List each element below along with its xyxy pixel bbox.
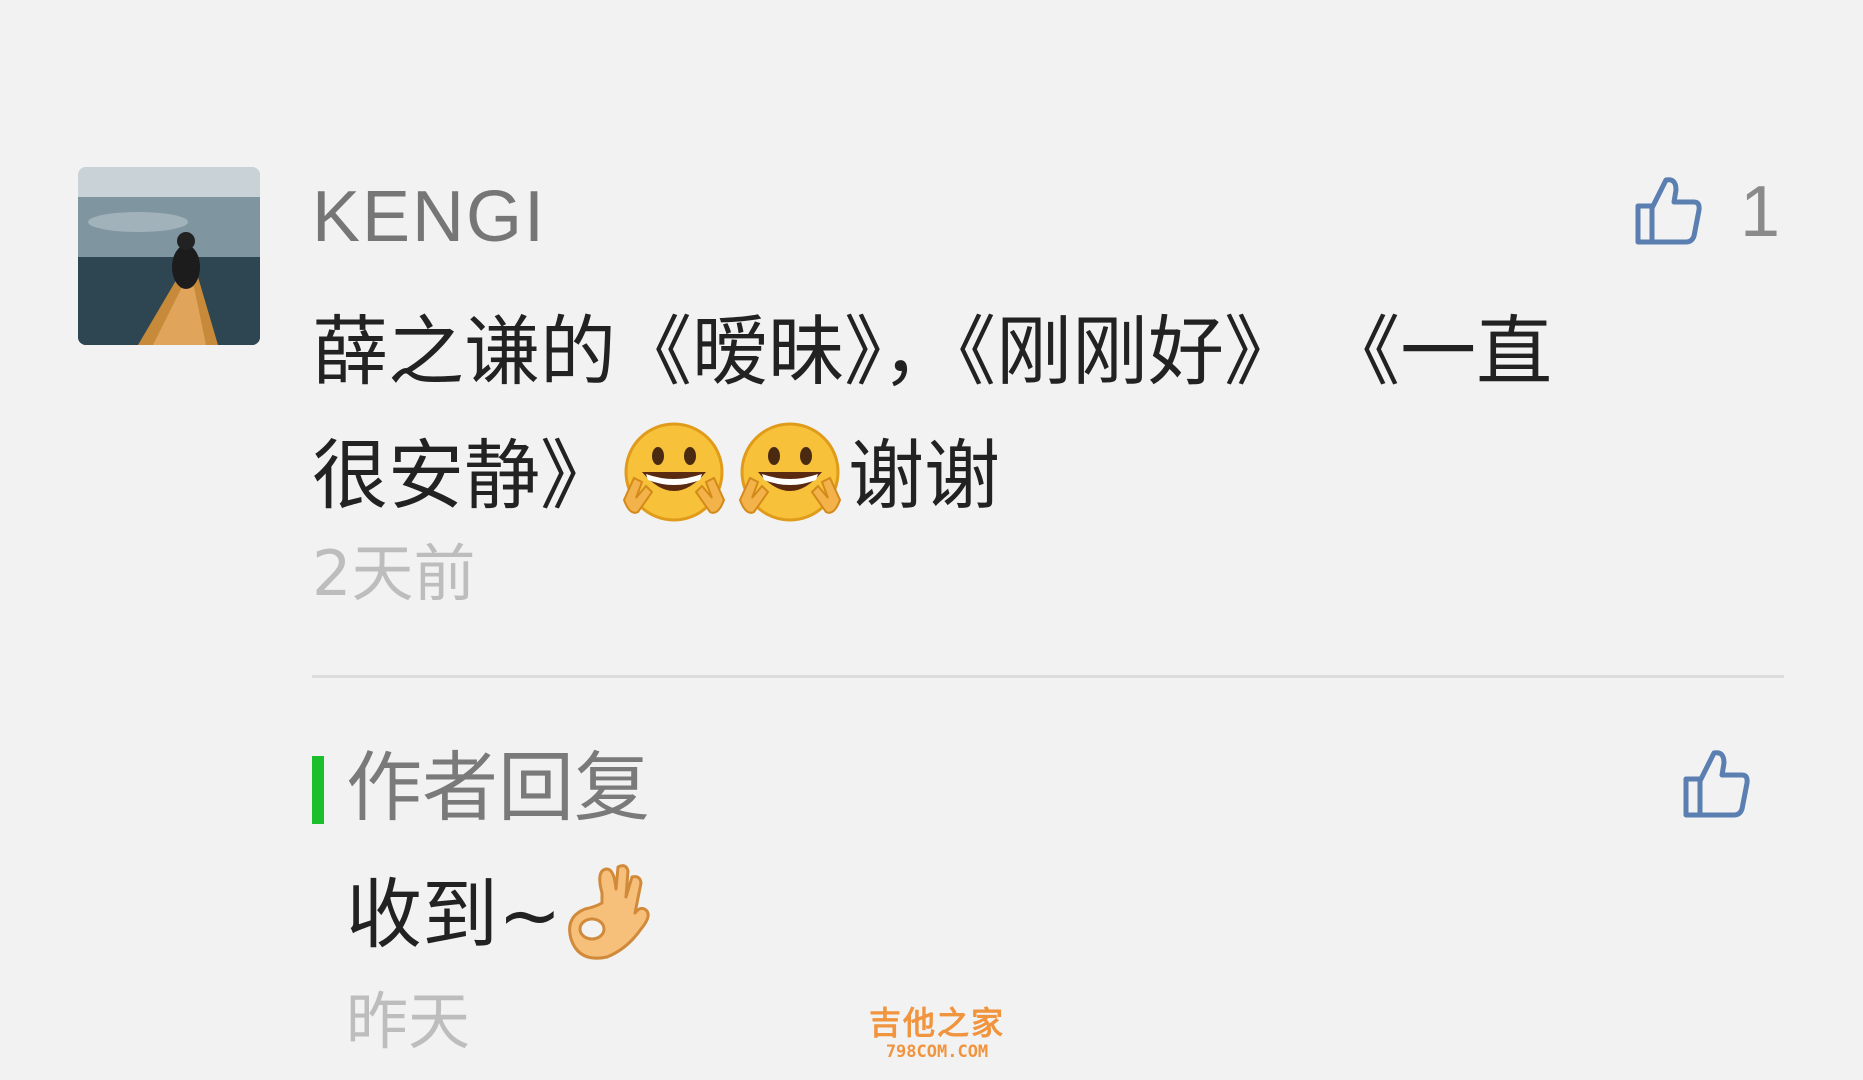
comment-item: KENGI 1 薛之谦的《暧昧》，《刚刚好》 《一直 很安静》 谢谢 2天前 作… xyxy=(0,0,1863,1080)
ok-hand-emoji xyxy=(562,863,662,967)
comment-text-line2: 很安静》 谢谢 xyxy=(312,414,1000,538)
comment-text-part: 谢谢 xyxy=(848,431,1000,520)
author-reply-title: 作者回复 xyxy=(346,743,650,832)
avatar[interactable] xyxy=(78,167,260,345)
comment-text-line1: 薛之谦的《暧昧》，《刚刚好》 《一直 xyxy=(312,307,1553,396)
author-reply-marker xyxy=(312,756,324,824)
watermark-url: 798COM.COM xyxy=(885,1042,989,1062)
thumbs-up-icon[interactable] xyxy=(1680,745,1752,821)
grinning-peace-face-emoji xyxy=(734,418,846,530)
thumbs-up-icon[interactable] xyxy=(1632,172,1704,248)
watermark-logo: 吉他之家 798COM.COM xyxy=(862,1004,1012,1062)
username[interactable]: KENGI xyxy=(312,172,546,262)
grinning-peace-face-emoji xyxy=(618,418,730,530)
divider xyxy=(312,675,1784,678)
like-count: 1 xyxy=(1740,172,1781,252)
author-reply-text: 收到~ xyxy=(346,860,662,970)
reply-text-part: 收到~ xyxy=(346,870,562,959)
comment-text-part: 很安静》 xyxy=(312,431,616,520)
watermark-text: 吉他之家 xyxy=(868,1004,1005,1042)
reply-timestamp: 昨天 xyxy=(346,985,471,1058)
comment-timestamp: 2天前 xyxy=(312,537,476,610)
